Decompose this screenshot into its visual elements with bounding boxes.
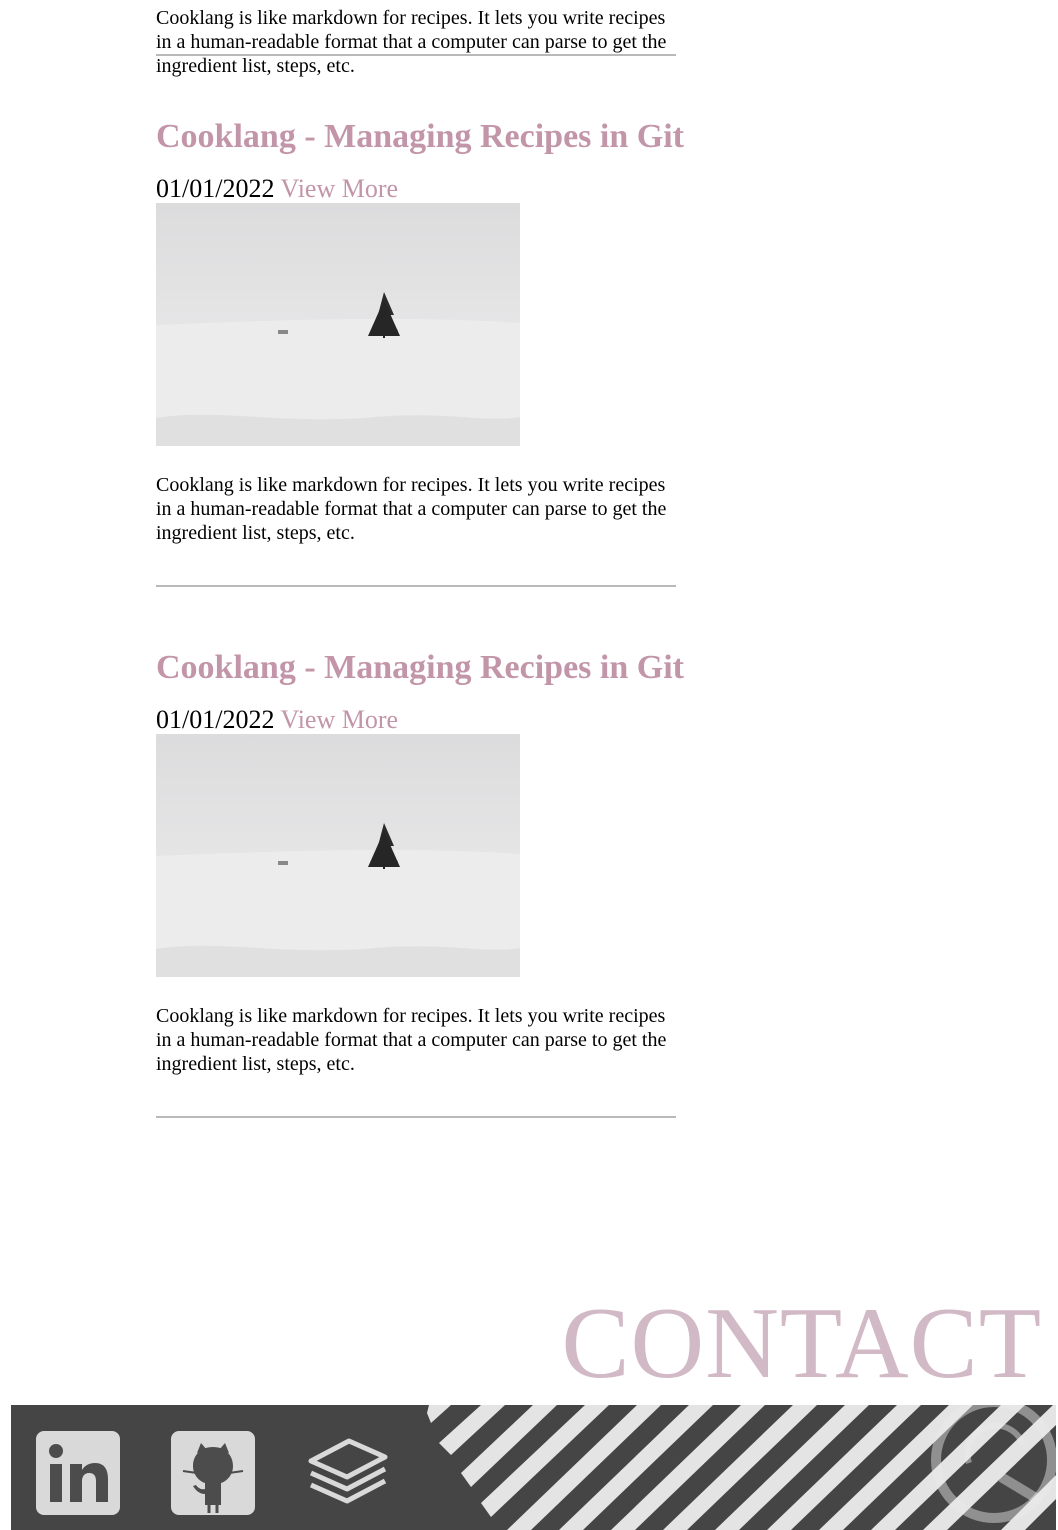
post-meta: 01/01/2022 View More <box>156 173 398 205</box>
post-title[interactable]: Cooklang - Managing Recipes in Git <box>156 117 684 157</box>
post-image <box>156 203 520 446</box>
contact-footer <box>11 1405 1056 1530</box>
post-title[interactable]: Cooklang - Managing Recipes in Git <box>156 648 684 688</box>
stack-icon <box>308 1438 388 1504</box>
github-icon <box>171 1431 255 1515</box>
post-date: 01/01/2022 <box>156 174 275 203</box>
post-divider <box>156 54 676 56</box>
github-link[interactable] <box>171 1431 255 1515</box>
post-excerpt: Cooklang is like markdown for recipes. I… <box>156 7 667 77</box>
linkedin-link[interactable] <box>36 1431 120 1515</box>
post-divider <box>156 1116 676 1118</box>
post-excerpt: Cooklang is like markdown for recipes. I… <box>156 474 667 544</box>
post-divider <box>156 585 676 587</box>
post-date: 01/01/2022 <box>156 705 275 734</box>
view-more-link[interactable]: View More <box>280 705 398 734</box>
post-meta: 01/01/2022 View More <box>156 704 398 736</box>
contact-heading: CONTACT <box>561 1287 1042 1400</box>
stack-link[interactable] <box>305 1431 389 1515</box>
striped-background <box>11 1405 1056 1530</box>
post-excerpt: Cooklang is like markdown for recipes. I… <box>156 1005 667 1075</box>
post-image <box>156 734 520 977</box>
linkedin-icon <box>36 1431 120 1515</box>
view-more-link[interactable]: View More <box>280 174 398 203</box>
